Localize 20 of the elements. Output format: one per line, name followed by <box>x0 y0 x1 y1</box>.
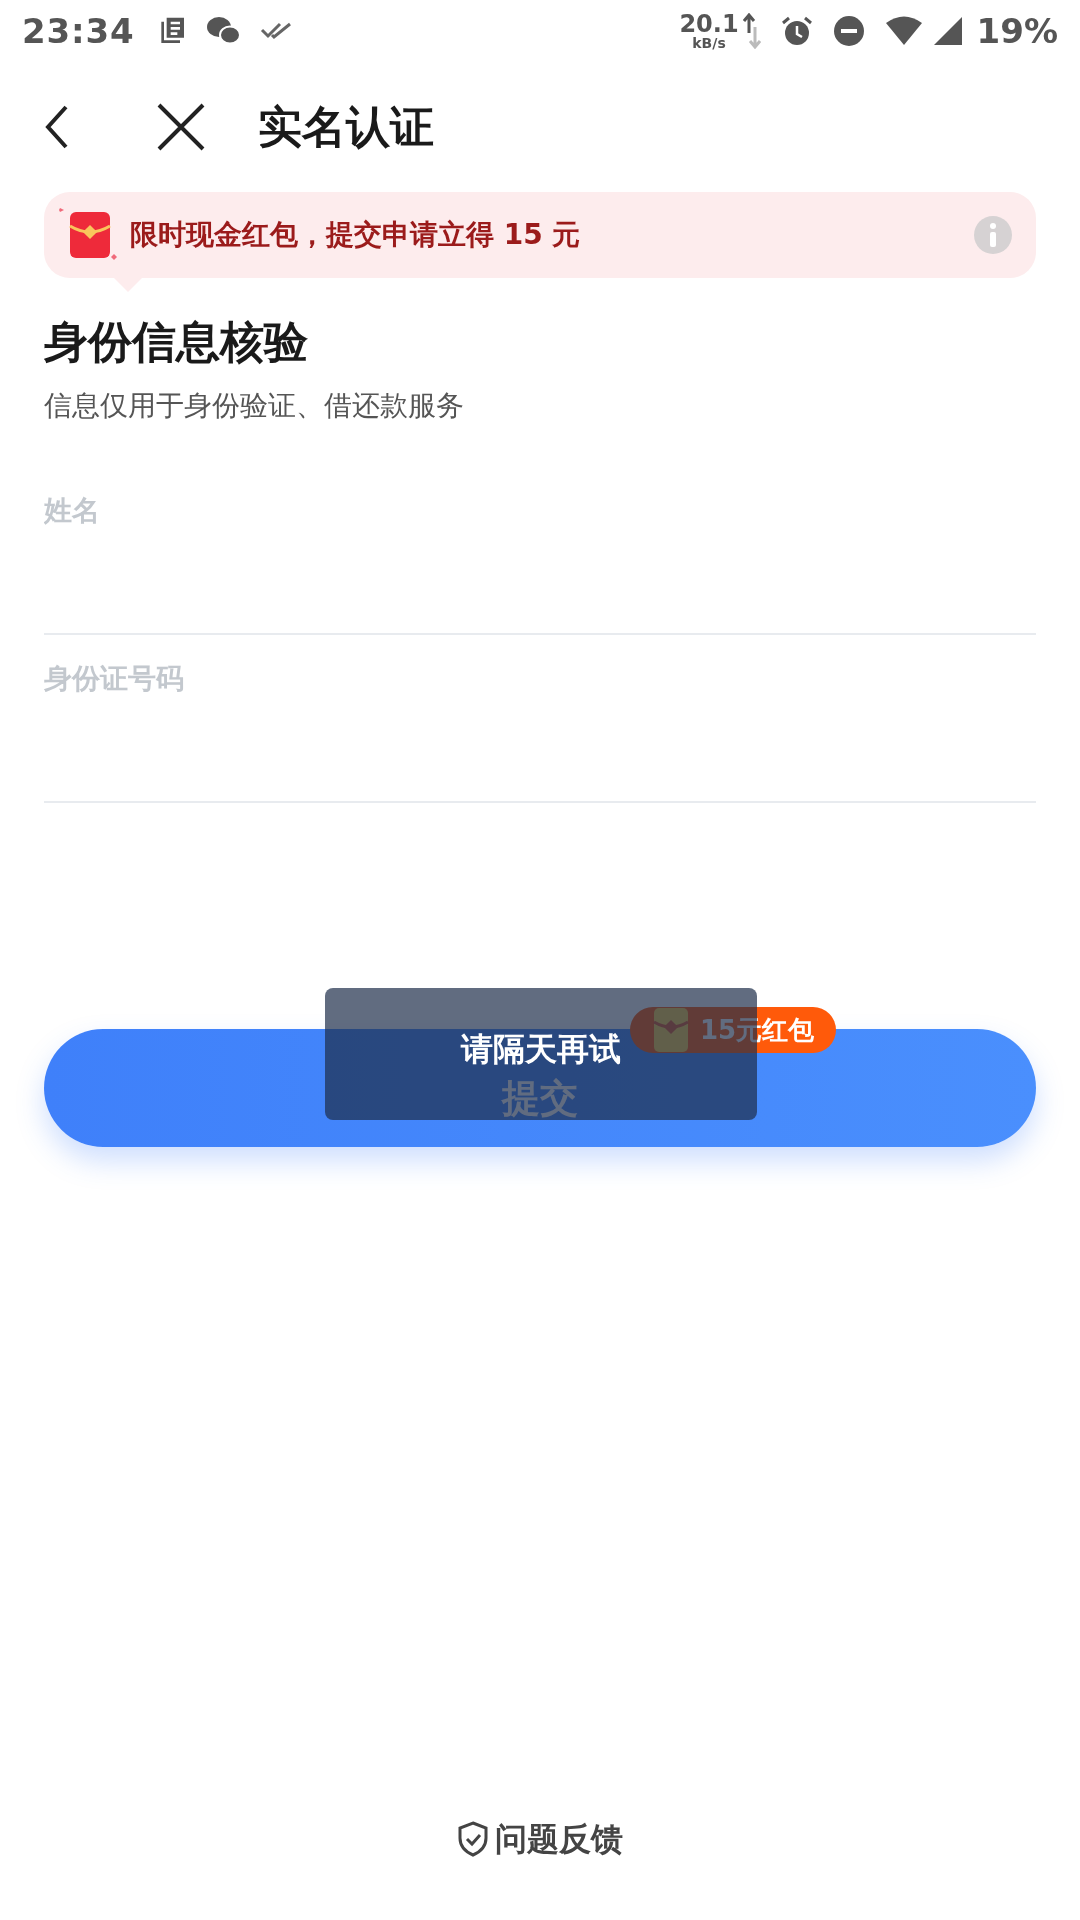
info-icon <box>989 223 997 247</box>
input-field[interactable]: 身份证号码 <box>44 635 1036 803</box>
section-subtitle: 信息仅用于身份验证、借还款服务 <box>44 388 465 424</box>
feedback-link[interactable]: 问题反馈 <box>457 1815 623 1863</box>
network-speed: 20.1 <box>679 12 739 36</box>
promo-text: 限时现金红包，提交申请立得 15 元 <box>130 217 581 253</box>
network-speed-unit: kB/s <box>692 36 726 50</box>
section-title: 身份信息核验 <box>44 315 309 369</box>
do-not-disturb-icon <box>832 15 865 47</box>
up-down-arrows-icon <box>742 13 761 49</box>
close-icon <box>156 102 206 152</box>
wifi-icon <box>884 16 923 46</box>
shield-check-icon <box>457 1821 489 1857</box>
back-icon <box>44 104 70 150</box>
cell-signal-icon <box>932 16 963 46</box>
input-field[interactable]: 姓名 <box>44 467 1036 635</box>
clock-time: 23:34 <box>22 9 135 53</box>
alarm-icon <box>780 15 813 47</box>
battery-percent: 19% <box>976 9 1058 53</box>
page-title: 实名认证 <box>258 100 434 154</box>
